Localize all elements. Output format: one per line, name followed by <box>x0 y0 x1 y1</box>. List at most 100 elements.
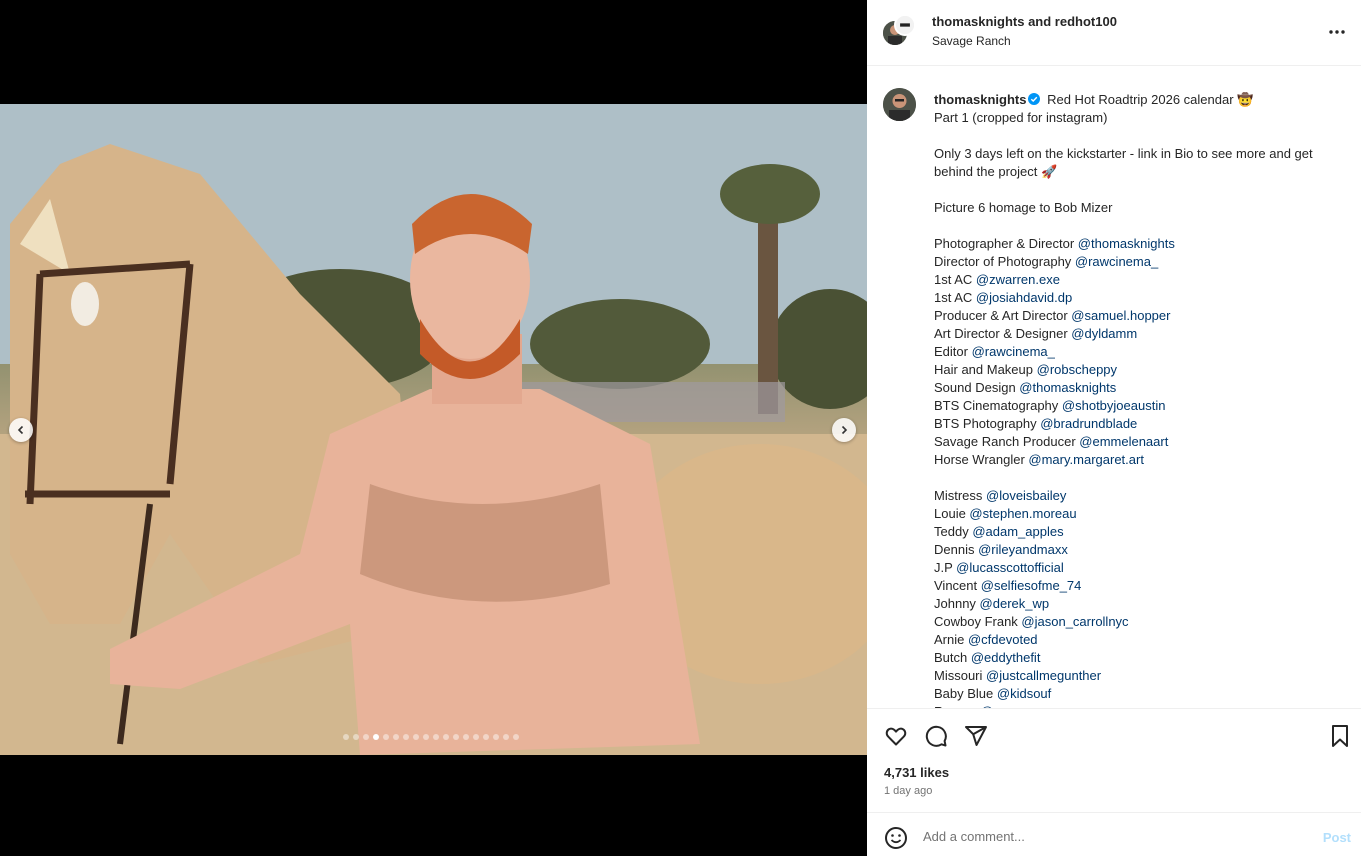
caption-text: Only 3 days left on the kickstarter - li… <box>934 146 1317 179</box>
previous-slide-button[interactable] <box>9 418 33 442</box>
comment-icon <box>925 725 947 747</box>
next-slide-button[interactable] <box>832 418 856 442</box>
carousel-dot <box>443 734 449 740</box>
share-button[interactable] <box>964 724 988 748</box>
caption-line: BTS Photography @bradrundblade <box>934 415 1348 433</box>
caption-mention-link[interactable]: @lucasscottofficial <box>956 560 1064 575</box>
caption-text: Baby Blue <box>934 686 997 701</box>
caption-mention-link[interactable]: @josiahdavid.dp <box>976 290 1072 305</box>
caption-mention-link[interactable]: @loveisbailey <box>986 488 1066 503</box>
caption-mention-link[interactable]: @eddythefit <box>971 650 1041 665</box>
caption-text: J.P <box>934 560 957 575</box>
carousel-dot <box>433 734 439 740</box>
emoji-icon[interactable] <box>884 826 908 850</box>
caption-line <box>934 469 1348 487</box>
carousel-dot <box>383 734 389 740</box>
caption-mention-link[interactable]: @rileyandmaxx <box>978 542 1068 557</box>
caption-text: Missouri <box>934 668 987 683</box>
caption-line: 1st AC @josiahdavid.dp <box>934 289 1348 307</box>
caption-text: Sound Design <box>934 380 1020 395</box>
caption-mention-link[interactable]: @shotbyjoeaustin <box>1062 398 1166 413</box>
chevron-right-icon <box>841 425 848 435</box>
post-comment-button[interactable]: Post <box>1323 830 1351 845</box>
caption-line: Photographer & Director @thomasknights <box>934 235 1348 253</box>
caption-mention-link[interactable]: @cfdevoted <box>968 632 1038 647</box>
comment-input[interactable] <box>923 825 1303 847</box>
caption-line: Cowboy Frank @jason_carrollnyc <box>934 613 1348 631</box>
caption-line: J.P @lucasscottofficial <box>934 559 1348 577</box>
caption-text: 1st AC <box>934 272 976 287</box>
caption-line: Louie @stephen.moreau <box>934 505 1348 523</box>
caption-mention-link[interactable]: @derek_wp <box>980 596 1050 611</box>
caption-text: Teddy <box>934 524 973 539</box>
caption-line: Mistress @loveisbailey <box>934 487 1348 505</box>
caption-mention-link[interactable]: @rawcinema_ <box>1075 254 1158 269</box>
caption-mention-link[interactable]: @selfiesofme_74 <box>981 578 1082 593</box>
comment-button[interactable] <box>924 724 948 748</box>
caption-line: Arnie @cfdevoted <box>934 631 1348 649</box>
post-side-panel: thomasknights and redhot100 Savage Ranch… <box>867 0 1361 856</box>
carousel-dot <box>513 734 519 740</box>
caption-mention-link[interactable]: @justcallmegunther <box>986 668 1101 683</box>
caption-mention-link[interactable]: @thomasknights <box>1019 380 1116 395</box>
post-timestamp[interactable]: 1 day ago <box>884 785 932 797</box>
caption-line: Baby Blue @kidsouf <box>934 685 1348 703</box>
caption-text: Dennis <box>934 542 979 557</box>
caption-mention-link[interactable]: @emmelenaart <box>1079 434 1168 449</box>
carousel-dot <box>423 734 429 740</box>
carousel-dot <box>453 734 459 740</box>
bookmark-icon <box>1332 725 1348 747</box>
caption-mention-link[interactable]: @dyldamm <box>1071 326 1137 341</box>
post-location[interactable]: Savage Ranch <box>932 34 1011 48</box>
like-button[interactable] <box>884 724 908 748</box>
caption-mention-link[interactable]: @kidsouf <box>997 686 1051 701</box>
post-authors[interactable]: thomasknights and redhot100 <box>932 14 1117 29</box>
carousel-dot <box>373 734 379 740</box>
caption-text: Savage Ranch Producer <box>934 434 1080 449</box>
likes-count[interactable]: 4,731 likes <box>884 765 949 780</box>
caption-line: Butch @eddythefit <box>934 649 1348 667</box>
post-actions: 4,731 likes 1 day ago <box>867 708 1361 812</box>
save-button[interactable] <box>1328 724 1352 748</box>
caption-mention-link[interactable]: @thomasknights <box>1078 236 1175 251</box>
caption-line: Horse Wrangler @mary.margaret.art <box>934 451 1348 469</box>
collaborator-avatar[interactable] <box>894 14 916 36</box>
caption-mention-link[interactable]: @zwarren.exe <box>976 272 1060 287</box>
caption-mention-link[interactable]: @mary.margaret.art <box>1028 452 1144 467</box>
caption-mention-link[interactable]: @rawcinema_ <box>972 344 1055 359</box>
carousel-dot <box>473 734 479 740</box>
more-options-icon[interactable] <box>1327 22 1347 42</box>
caption-username[interactable]: thomasknights <box>934 92 1026 107</box>
caption-mention-link[interactable]: @jason_carrollnyc <box>1021 614 1128 629</box>
caption-mention-link[interactable]: @robscheppy <box>1037 362 1117 377</box>
caption-text: Mistress <box>934 488 986 503</box>
share-icon <box>965 726 987 746</box>
caption-text: Hair and Makeup <box>934 362 1037 377</box>
caption-text: Director of Photography <box>934 254 1075 269</box>
caption-mention-link[interactable]: @stephen.moreau <box>969 506 1076 521</box>
carousel-indicator <box>343 734 519 740</box>
caption-line <box>934 181 1348 199</box>
caption-line <box>934 127 1348 145</box>
caption-text: BTS Photography <box>934 416 1041 431</box>
caption-line: BTS Cinematography @shotbyjoeaustin <box>934 397 1348 415</box>
caption-mention-link[interactable]: @adam_apples <box>972 524 1063 539</box>
caption-text: Vincent <box>934 578 981 593</box>
caption-text: Horse Wrangler <box>934 452 1029 467</box>
carousel-dot <box>463 734 469 740</box>
caption-mention-link[interactable]: @bradrundblade <box>1040 416 1137 431</box>
post-photo <box>0 104 867 755</box>
caption-author-avatar[interactable] <box>883 88 916 121</box>
caption-mention-link[interactable]: @samuel.hopper <box>1071 308 1170 323</box>
carousel-dot <box>503 734 509 740</box>
caption-text: Art Director & Designer <box>934 326 1072 341</box>
caption-line: 1st AC @zwarren.exe <box>934 271 1348 289</box>
caption-scroll-area[interactable]: thomasknights Red Hot Roadtrip 2026 cale… <box>867 66 1361 708</box>
caption-line <box>934 217 1348 235</box>
caption-line: Missouri @justcallmegunther <box>934 667 1348 685</box>
chevron-left-icon <box>17 425 24 435</box>
caption-text: Picture 6 homage to Bob Mizer <box>934 200 1113 215</box>
media-viewer <box>0 0 867 856</box>
carousel-dot <box>413 734 419 740</box>
carousel-dot <box>493 734 499 740</box>
